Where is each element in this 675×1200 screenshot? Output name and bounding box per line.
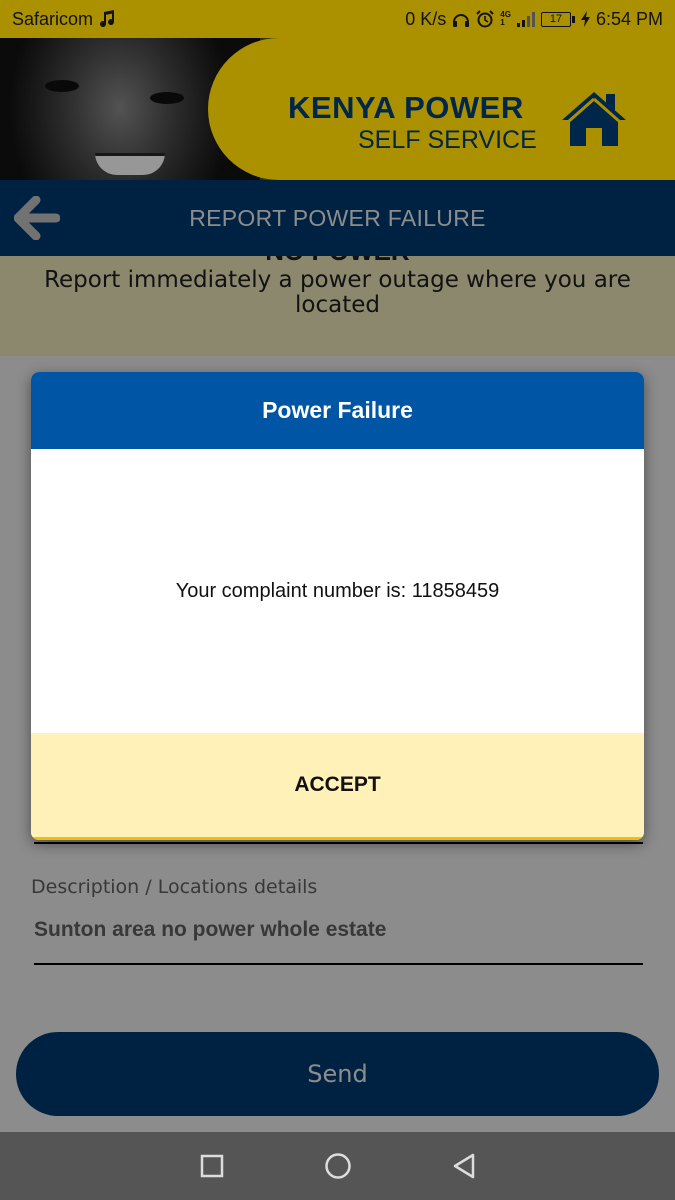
- recents-button[interactable]: [190, 1144, 234, 1188]
- back-system-button[interactable]: [442, 1144, 486, 1188]
- home-system-button[interactable]: [316, 1144, 360, 1188]
- system-nav-bar: [0, 1132, 675, 1200]
- modal-backdrop-top: [0, 0, 675, 180]
- accept-button[interactable]: ACCEPT: [31, 733, 644, 840]
- power-failure-dialog: Power Failure Your complaint number is: …: [31, 372, 644, 840]
- circle-home-icon: [324, 1153, 351, 1179]
- square-recents-icon: [200, 1154, 223, 1178]
- dialog-title: Power Failure: [31, 372, 644, 449]
- triangle-back-icon: [453, 1153, 474, 1179]
- dialog-message: Your complaint number is: 11858459: [175, 579, 500, 602]
